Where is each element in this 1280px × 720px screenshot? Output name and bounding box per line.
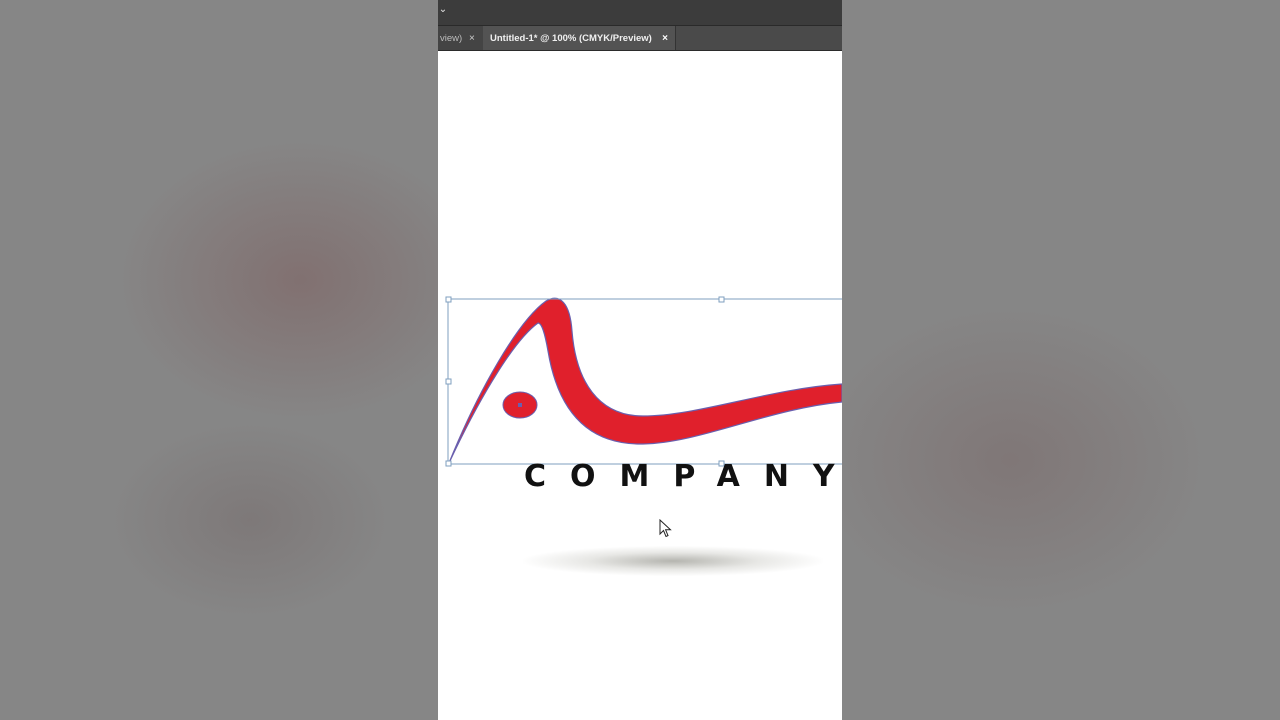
anchor-point (518, 403, 522, 407)
document-tab-bar: view) × Untitled-1* @ 100% (CMYK/Preview… (438, 26, 842, 51)
selection-handle[interactable] (445, 460, 452, 467)
menu-bar: ⌄ (438, 0, 842, 26)
tab-previous-document[interactable]: view) × (438, 26, 484, 50)
selection-handle[interactable] (718, 296, 725, 303)
chevron-down-icon[interactable]: ⌄ (438, 3, 448, 17)
app-window: ⌄ view) × Untitled-1* @ 100% (CMYK/Previ… (438, 0, 842, 720)
tab-label: view) (440, 32, 463, 44)
close-icon[interactable]: × (469, 33, 475, 44)
company-logo-text[interactable]: COMPANY (524, 459, 842, 494)
tab-label: Untitled-1* @ 100% (CMYK/Preview) (490, 32, 652, 44)
logo-artwork[interactable] (438, 51, 842, 720)
red-swoosh-shape[interactable] (448, 297, 842, 464)
close-icon[interactable]: × (662, 33, 668, 44)
selection-handle[interactable] (445, 378, 452, 385)
selection-handle[interactable] (445, 296, 452, 303)
mouse-cursor-icon (659, 519, 672, 538)
drop-shadow (523, 546, 823, 576)
artboard-canvas[interactable]: COMPANY (438, 51, 842, 720)
tab-untitled-1[interactable]: Untitled-1* @ 100% (CMYK/Preview) × (483, 26, 676, 50)
